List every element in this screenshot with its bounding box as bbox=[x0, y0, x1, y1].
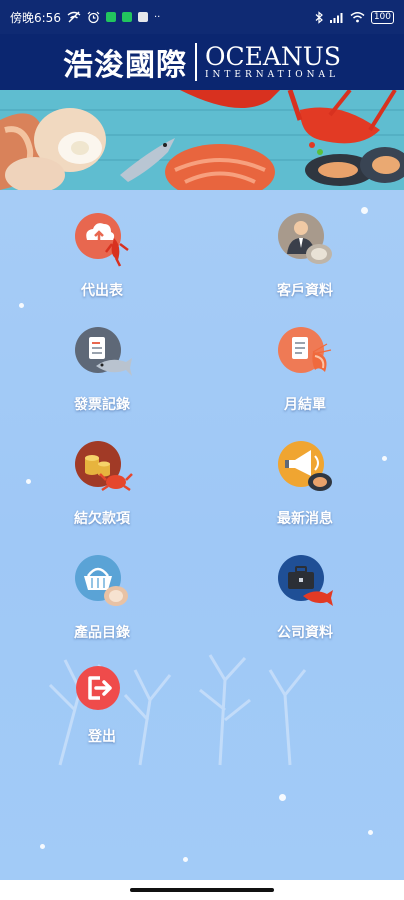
menu-item-monthly-statement[interactable]: 月結單 bbox=[245, 322, 365, 414]
main-menu-area: 代出表 客戶資料 發票記錄 月結單 結欠款項 最新消息 產品目錄 公司資料 登出 bbox=[0, 190, 404, 880]
brand-english: OCEANUS INTERNATIONAL bbox=[205, 42, 341, 81]
bluetooth-icon bbox=[315, 10, 323, 24]
coins-crab-icon bbox=[75, 441, 133, 492]
notification-app-icon bbox=[105, 12, 116, 22]
basket-shellfish-icon bbox=[75, 555, 128, 606]
menu-label: 結欠款項 bbox=[74, 511, 130, 527]
status-right: 100 bbox=[315, 10, 394, 24]
more-notifications-icon: ·· bbox=[153, 11, 161, 23]
customer-oyster-icon bbox=[278, 213, 332, 264]
notification-app-icon bbox=[121, 12, 132, 22]
logout-icon bbox=[76, 666, 120, 710]
status-bar: 傍晚6:56 ·· 100 bbox=[0, 0, 404, 34]
menu-item-customer-info[interactable]: 客戶資料 bbox=[245, 208, 365, 300]
menu-label: 產品目錄 bbox=[74, 625, 130, 641]
status-left: 傍晚6:56 ·· bbox=[10, 9, 160, 26]
menu-item-delivery-note[interactable]: 代出表 bbox=[42, 208, 162, 300]
wifi-off-icon bbox=[67, 11, 81, 23]
menu-item-company-info[interactable]: 公司資料 bbox=[245, 550, 365, 642]
bubble-decoration bbox=[26, 479, 31, 484]
invoice-fish-icon bbox=[75, 327, 132, 376]
menu-label: 發票記錄 bbox=[74, 397, 130, 413]
menu-item-outstanding-payments[interactable]: 結欠款項 bbox=[42, 436, 162, 528]
bubble-decoration bbox=[40, 844, 45, 849]
alarm-icon bbox=[87, 11, 100, 23]
brand-chinese-name: 浩浚國際 bbox=[63, 48, 187, 83]
brand-english-name: OCEANUS bbox=[205, 42, 341, 71]
status-time: 傍晚6:56 bbox=[10, 10, 61, 25]
cloud-upload-lobster-icon bbox=[75, 213, 129, 267]
menu-label: 客戶資料 bbox=[277, 283, 333, 299]
menu-label: 月結單 bbox=[284, 397, 326, 413]
notification-app-icon bbox=[137, 12, 148, 22]
signal-icon bbox=[329, 12, 343, 23]
menu-item-product-catalog[interactable]: 產品目錄 bbox=[42, 550, 162, 642]
home-indicator[interactable] bbox=[130, 888, 274, 892]
battery-indicator: 100 bbox=[370, 10, 394, 24]
bubble-decoration bbox=[368, 830, 373, 835]
app-header: 浩浚國際 OCEANUS INTERNATIONAL bbox=[0, 34, 404, 90]
brand-english-subtitle: INTERNATIONAL bbox=[205, 70, 339, 80]
menu-label: 登出 bbox=[88, 729, 116, 745]
wifi-icon bbox=[350, 12, 365, 23]
bubble-decoration bbox=[19, 303, 24, 308]
menu-item-logout[interactable]: 登出 bbox=[42, 660, 162, 746]
seafood-banner-image bbox=[0, 90, 404, 190]
menu-label: 最新消息 bbox=[277, 511, 333, 527]
bubble-decoration bbox=[382, 456, 387, 461]
monthly-statement-shrimp-icon bbox=[278, 327, 332, 373]
menu-label: 代出表 bbox=[81, 283, 123, 299]
bubble-decoration bbox=[183, 857, 188, 862]
megaphone-mussel-icon bbox=[278, 441, 332, 491]
brand-divider bbox=[195, 43, 197, 81]
menu-label: 公司資料 bbox=[277, 625, 333, 641]
briefcase-fish-icon bbox=[278, 555, 333, 606]
menu-item-invoice-records[interactable]: 發票記錄 bbox=[42, 322, 162, 414]
menu-item-latest-news[interactable]: 最新消息 bbox=[245, 436, 365, 528]
bubble-decoration bbox=[279, 794, 286, 801]
